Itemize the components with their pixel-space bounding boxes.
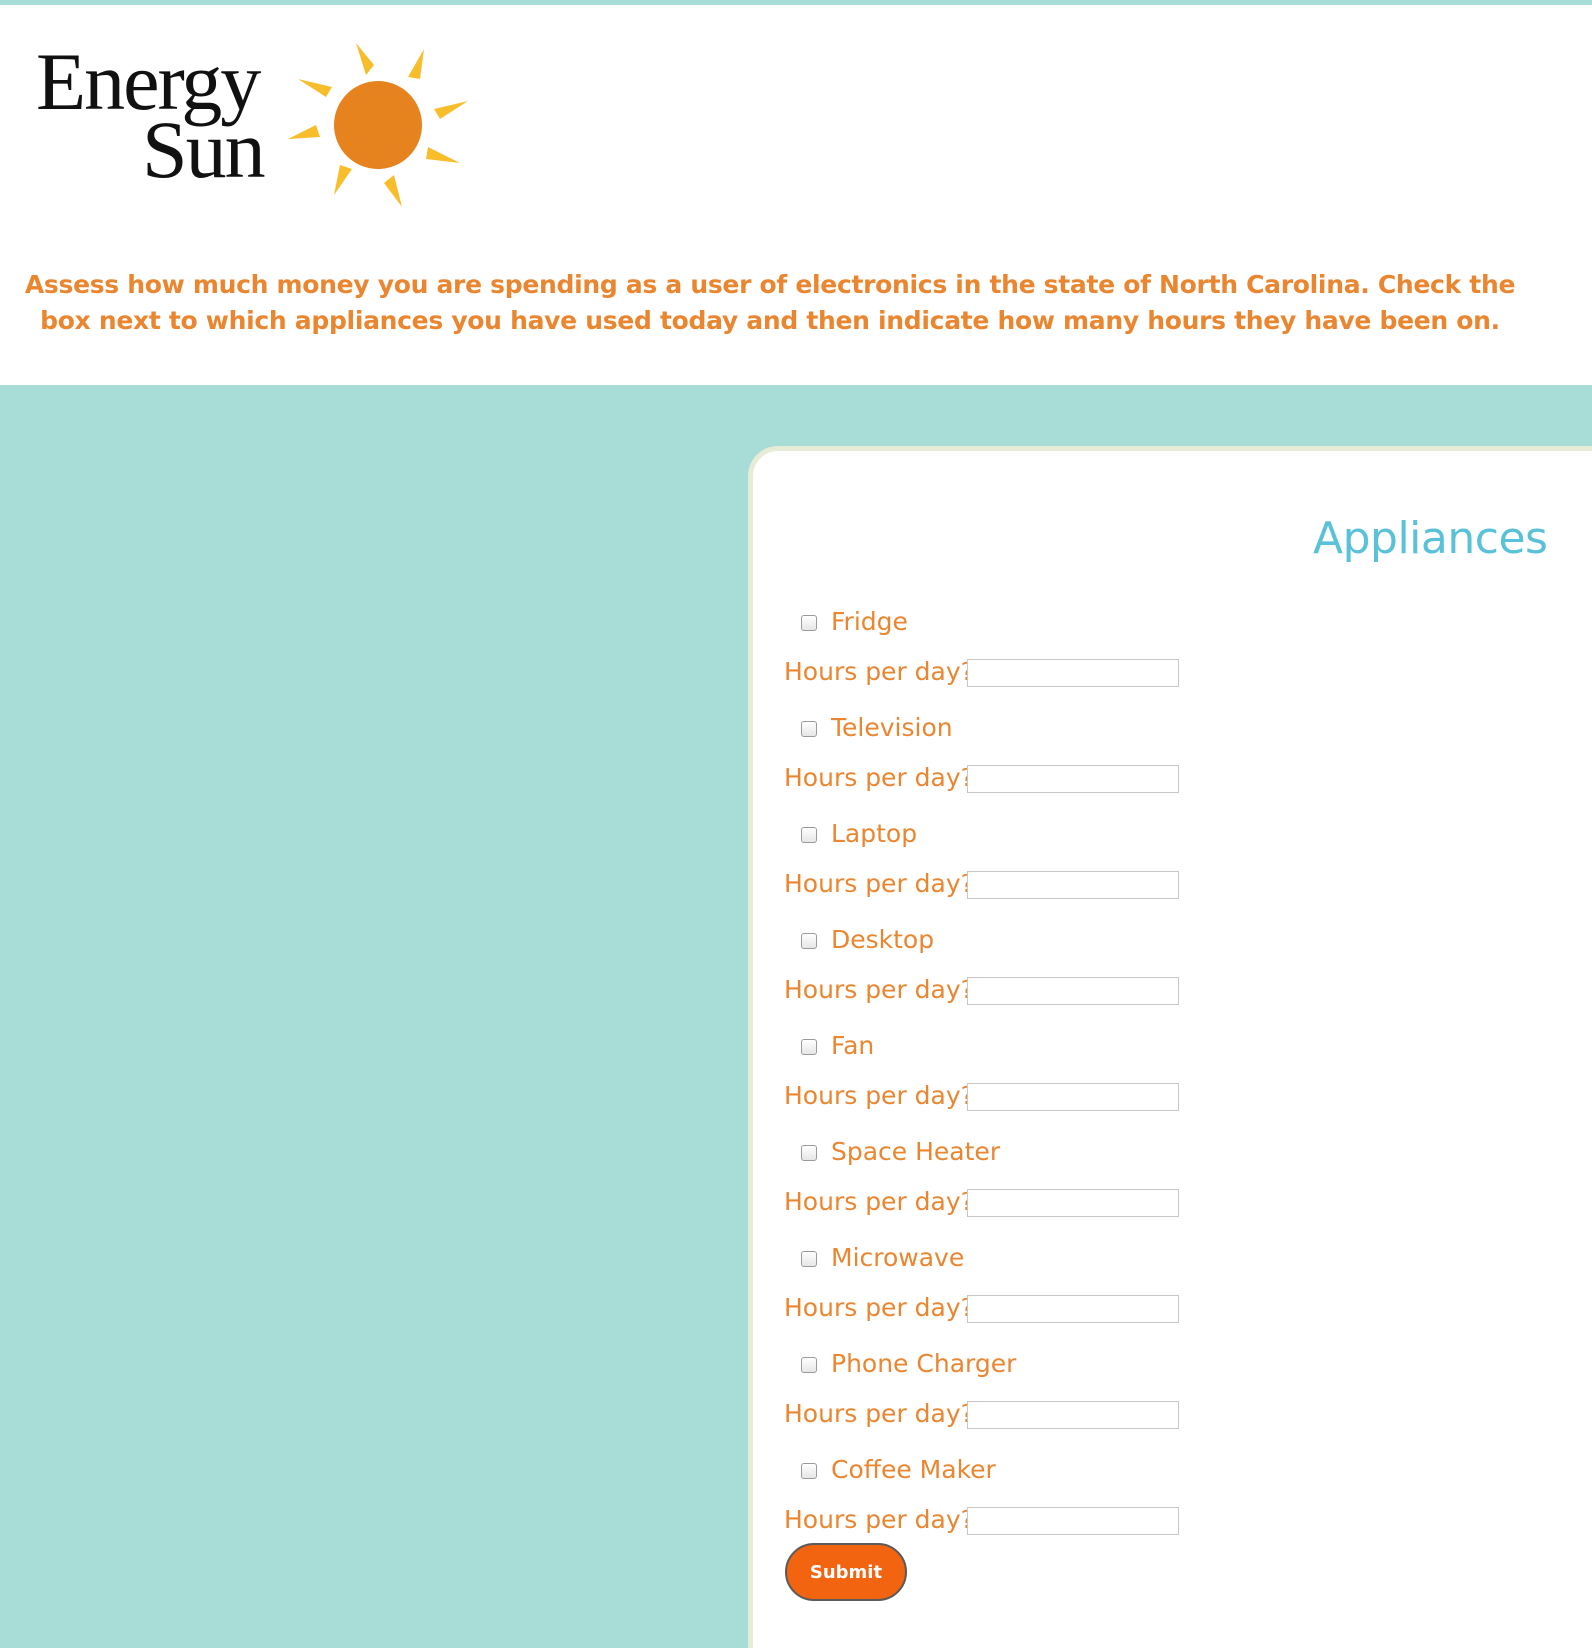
hours-input[interactable] (967, 765, 1179, 793)
logo-word-sun: Sun (142, 104, 265, 195)
form-title: Appliances (1313, 513, 1548, 564)
hours-label: Hours per day? (784, 1399, 974, 1428)
appliance-label: Television (831, 713, 953, 742)
hours-input[interactable] (967, 977, 1179, 1005)
submit-button[interactable]: Submit (785, 1543, 907, 1601)
hours-label: Hours per day? (784, 869, 974, 898)
intro-text: Assess how much money you are spending a… (24, 270, 1516, 335)
hours-row: Hours per day? (753, 655, 1353, 695)
hours-row: Hours per day? (753, 1079, 1353, 1119)
appliance-item: Television (753, 709, 1353, 749)
hours-input[interactable] (967, 1401, 1179, 1429)
appliance-checkbox[interactable] (801, 1039, 817, 1055)
appliance-item: Desktop (753, 921, 1353, 961)
hours-input[interactable] (967, 1507, 1179, 1535)
hours-label: Hours per day? (784, 763, 974, 792)
hours-input[interactable] (967, 871, 1179, 899)
appliance-checkbox[interactable] (801, 1251, 817, 1267)
appliance-item: Coffee Maker (753, 1451, 1353, 1491)
appliance-item: Fridge (753, 603, 1353, 643)
appliance-label: Fridge (831, 607, 908, 636)
appliance-label: Desktop (831, 925, 935, 954)
hours-label: Hours per day? (784, 1081, 974, 1110)
hours-row: Hours per day? (753, 1397, 1353, 1437)
hours-row: Hours per day? (753, 973, 1353, 1013)
appliance-label: Fan (831, 1031, 875, 1060)
hours-label: Hours per day? (784, 657, 974, 686)
appliance-label: Laptop (831, 819, 918, 848)
appliance-checkbox[interactable] (801, 933, 817, 949)
appliance-label: Microwave (831, 1243, 965, 1272)
hours-label: Hours per day? (784, 1293, 974, 1322)
appliance-label: Space Heater (831, 1137, 1001, 1166)
hours-row: Hours per day? (753, 761, 1353, 801)
appliance-label: Phone Charger (831, 1349, 1017, 1378)
appliance-checkbox[interactable] (801, 827, 817, 843)
hours-input[interactable] (967, 659, 1179, 687)
appliance-item: Microwave (753, 1239, 1353, 1279)
hours-label: Hours per day? (784, 975, 974, 1004)
sun-icon: Energy Sun (36, 36, 468, 207)
hours-input[interactable] (967, 1083, 1179, 1111)
appliance-item: Laptop (753, 815, 1353, 855)
appliance-item: Phone Charger (753, 1345, 1353, 1385)
appliance-checkbox[interactable] (801, 721, 817, 737)
hours-label: Hours per day? (784, 1505, 974, 1534)
page-header: Energy Sun Assess how much money you are… (0, 5, 1592, 385)
appliance-item: Fan (753, 1027, 1353, 1067)
appliance-checkbox[interactable] (801, 615, 817, 631)
hours-row: Hours per day? (753, 1185, 1353, 1225)
appliance-checkbox[interactable] (801, 1145, 817, 1161)
hours-input[interactable] (967, 1295, 1179, 1323)
hours-row: Hours per day? (753, 1503, 1353, 1543)
hours-row: Hours per day? (753, 1291, 1353, 1331)
main-area: Appliances Fridge Hours per day? Televisio… (0, 385, 1592, 1648)
appliance-label: Coffee Maker (831, 1455, 996, 1484)
hours-input[interactable] (967, 1189, 1179, 1217)
appliance-item: Space Heater (753, 1133, 1353, 1173)
hours-row: Hours per day? (753, 867, 1353, 907)
appliance-checkbox[interactable] (801, 1463, 817, 1479)
appliance-checkbox[interactable] (801, 1357, 817, 1373)
appliances-form-card: Appliances Fridge Hours per day? Televisio… (748, 446, 1592, 1648)
hours-label: Hours per day? (784, 1187, 974, 1216)
energy-sun-logo[interactable]: Energy Sun (30, 35, 500, 225)
